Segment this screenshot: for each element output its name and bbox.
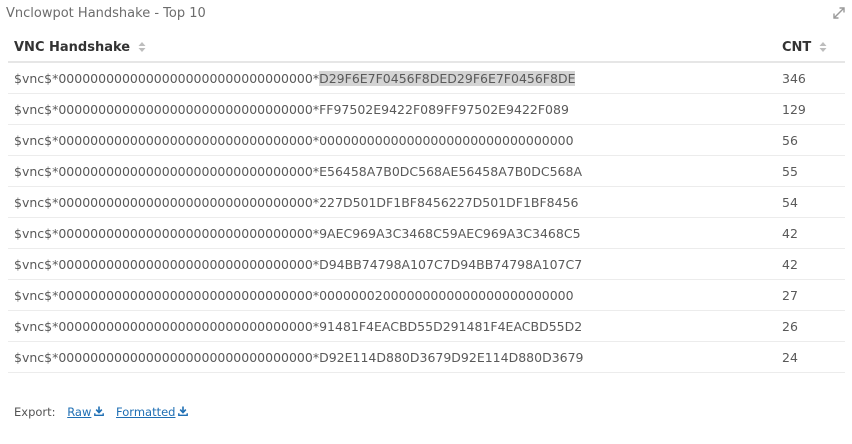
handshake-hash: D94BB74798A107C7D94BB74798A107C7 <box>319 256 583 272</box>
column-header-label: CNT <box>782 40 812 55</box>
table-row[interactable]: $vnc$*00000000000000000000000000000000*D… <box>8 248 845 280</box>
table-header-row: VNC Handshake CNT <box>8 34 845 63</box>
export-bar: Export: Raw Formatted <box>14 405 189 419</box>
table-row[interactable]: $vnc$*00000000000000000000000000000000*D… <box>8 341 845 373</box>
handshake-prefix: $vnc$*00000000000000000000000000000000* <box>14 70 320 86</box>
sort-icon[interactable] <box>819 41 827 53</box>
column-header-cnt[interactable]: CNT <box>776 34 845 63</box>
handshake-hash: D29F6E7F0456F8DED29F6E7F0456F8DE <box>319 70 576 86</box>
table-row[interactable]: $vnc$*00000000000000000000000000000000*F… <box>8 93 845 125</box>
expand-arrows-icon[interactable] <box>832 6 846 20</box>
table-row[interactable]: $vnc$*00000000000000000000000000000000*E… <box>8 155 845 187</box>
export-label: Export: <box>14 405 56 419</box>
handshake-prefix: $vnc$*00000000000000000000000000000000* <box>14 256 320 272</box>
handshake-prefix: $vnc$*00000000000000000000000000000000* <box>14 225 320 241</box>
visualization-panel: Vnclowpot Handshake - Top 10 VNC Handsha… <box>0 0 852 444</box>
handshake-prefix: $vnc$*00000000000000000000000000000000* <box>14 318 320 334</box>
handshake-prefix: $vnc$*00000000000000000000000000000000* <box>14 132 320 148</box>
count-cell: 56 <box>776 124 845 156</box>
handshake-hash: D92E114D880D3679D92E114D880D3679 <box>319 349 584 365</box>
handshake-hash: 00000000000000000000000000000000 <box>319 132 574 148</box>
handshake-cell[interactable]: $vnc$*00000000000000000000000000000000*9… <box>8 217 776 249</box>
column-header-label: VNC Handshake <box>14 40 131 55</box>
table-row[interactable]: $vnc$*00000000000000000000000000000000*0… <box>8 124 845 156</box>
handshake-cell[interactable]: $vnc$*00000000000000000000000000000000*D… <box>8 62 776 94</box>
export-raw-label: Raw <box>67 405 92 419</box>
handshake-hash: 9AEC969A3C3468C59AEC969A3C3468C5 <box>319 225 581 241</box>
handshake-prefix: $vnc$*00000000000000000000000000000000* <box>14 194 320 210</box>
handshake-prefix: $vnc$*00000000000000000000000000000000* <box>14 349 320 365</box>
table-row[interactable]: $vnc$*00000000000000000000000000000000*9… <box>8 217 845 249</box>
handshake-cell[interactable]: $vnc$*00000000000000000000000000000000*9… <box>8 310 776 342</box>
export-raw-link[interactable]: Raw <box>67 405 105 419</box>
table-row[interactable]: $vnc$*00000000000000000000000000000000*0… <box>8 279 845 311</box>
handshake-cell[interactable]: $vnc$*00000000000000000000000000000000*0… <box>8 279 776 311</box>
count-cell: 27 <box>776 279 845 311</box>
count-cell: 55 <box>776 155 845 187</box>
handshake-hash: 00000002000000000000000000000000 <box>319 287 574 303</box>
table-row[interactable]: $vnc$*00000000000000000000000000000000*D… <box>8 62 845 94</box>
count-cell: 42 <box>776 248 845 280</box>
download-icon <box>178 406 189 416</box>
download-icon <box>94 406 105 416</box>
count-cell: 54 <box>776 186 845 218</box>
count-cell: 26 <box>776 310 845 342</box>
table-row[interactable]: $vnc$*00000000000000000000000000000000*9… <box>8 310 845 342</box>
handshake-cell[interactable]: $vnc$*00000000000000000000000000000000*D… <box>8 341 776 373</box>
handshake-prefix: $vnc$*00000000000000000000000000000000* <box>14 163 320 179</box>
export-formatted-label: Formatted <box>116 405 176 419</box>
column-header-vnc-handshake[interactable]: VNC Handshake <box>8 34 776 63</box>
handshake-cell[interactable]: $vnc$*00000000000000000000000000000000*0… <box>8 124 776 156</box>
handshake-cell[interactable]: $vnc$*00000000000000000000000000000000*D… <box>8 248 776 280</box>
panel-title: Vnclowpot Handshake - Top 10 <box>6 6 206 21</box>
handshake-cell[interactable]: $vnc$*00000000000000000000000000000000*F… <box>8 93 776 125</box>
count-cell: 42 <box>776 217 845 249</box>
handshake-cell[interactable]: $vnc$*00000000000000000000000000000000*E… <box>8 155 776 187</box>
handshake-prefix: $vnc$*00000000000000000000000000000000* <box>14 287 320 303</box>
handshake-prefix: $vnc$*00000000000000000000000000000000* <box>14 101 320 117</box>
count-cell: 129 <box>776 93 845 125</box>
handshake-hash: FF97502E9422F089FF97502E9422F089 <box>319 101 569 117</box>
handshake-cell[interactable]: $vnc$*00000000000000000000000000000000*2… <box>8 186 776 218</box>
table-row[interactable]: $vnc$*00000000000000000000000000000000*2… <box>8 186 845 218</box>
count-cell: 346 <box>776 62 845 94</box>
handshake-hash: E56458A7B0DC568AE56458A7B0DC568A <box>319 163 583 179</box>
sort-icon[interactable] <box>138 41 146 53</box>
handshake-hash: 227D501DF1BF8456227D501DF1BF8456 <box>319 194 579 210</box>
count-cell: 24 <box>776 341 845 373</box>
export-formatted-link[interactable]: Formatted <box>116 405 189 419</box>
handshake-table: VNC Handshake CNT $vnc$*0000000000000000… <box>8 34 845 373</box>
handshake-hash: 91481F4EACBD55D291481F4EACBD55D2 <box>319 318 583 334</box>
